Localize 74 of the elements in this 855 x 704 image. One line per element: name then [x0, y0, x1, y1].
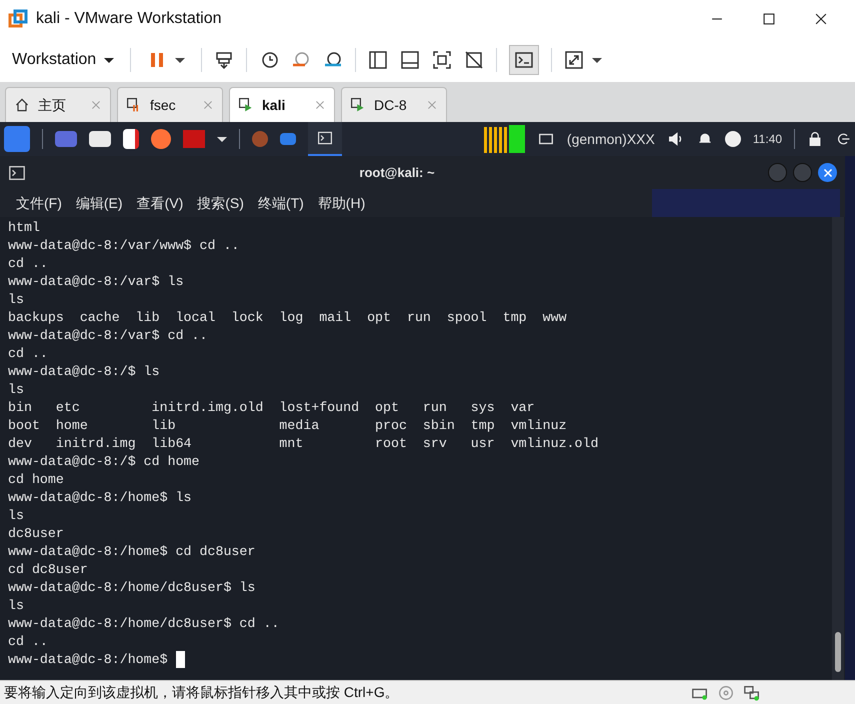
vm-running-icon [350, 97, 366, 113]
network-adapter-icon [743, 684, 761, 702]
close-icon [822, 168, 832, 178]
lock-icon[interactable] [807, 131, 823, 147]
close-icon [814, 12, 828, 26]
close-tab-icon[interactable] [314, 99, 326, 111]
terminal-line: html [8, 219, 40, 237]
caret-icon [592, 58, 602, 62]
terminal-line: ls [8, 381, 24, 399]
terminal-line: ls [8, 597, 24, 615]
console-view-button[interactable] [509, 45, 540, 75]
close-button[interactable] [818, 163, 837, 182]
terminal-line: www-data@dc-8:/var$ cd .. [8, 327, 208, 345]
app-logo-icon [8, 9, 28, 29]
vm-tab[interactable]: 主页 [5, 87, 111, 122]
terminal-title: root@kali: ~ [358, 164, 436, 182]
terminal-line: www-data@dc-8:/home/dc8user$ ls [8, 579, 256, 597]
terminal-line: cd home [8, 471, 64, 489]
terminal-line: ls [8, 507, 24, 525]
terminal-line: cd dc8user [8, 561, 88, 579]
terminal-line: www-data@dc-8:/home$ [8, 651, 185, 669]
genmon-text: (genmon)XXX [566, 130, 655, 149]
menu-item[interactable]: 查看(V) [136, 192, 184, 214]
cursor [176, 651, 185, 668]
menu-item[interactable]: 搜索(S) [197, 192, 244, 214]
maximize-icon [762, 12, 776, 26]
fullscreen-icon[interactable] [432, 50, 452, 70]
terminal-line: bin etc initrd.img.old lost+found opt run sys var [8, 399, 535, 417]
terminal-line: www-data@dc-8:/$ cd home [8, 453, 200, 471]
stretch-icon [564, 50, 584, 70]
menu-item[interactable]: 终端(T) [258, 192, 304, 214]
terminal-icon [317, 130, 333, 146]
send-keys-icon[interactable] [214, 50, 234, 70]
logout-icon[interactable] [835, 131, 851, 147]
vm-tab[interactable]: fsec [117, 87, 223, 122]
menu-item[interactable]: 文件(F) [16, 192, 62, 214]
workstation-menu-button[interactable]: Workstation [8, 48, 118, 72]
scrollbar[interactable] [832, 217, 844, 680]
stretch-button[interactable] [564, 50, 602, 70]
terminal-line: www-data@dc-8:/home$ cd dc8user [8, 543, 256, 561]
terminal-line: www-data@dc-8:/$ ls [8, 363, 160, 381]
menu-item[interactable]: 帮助(H) [318, 192, 366, 214]
cd-icon [717, 684, 735, 702]
sidebar-icon[interactable] [368, 50, 388, 70]
terminal-line: cd .. [8, 255, 48, 273]
clock: 11:40 [752, 131, 782, 148]
terminal-line: www-data@dc-8:/var/www$ cd .. [8, 237, 240, 255]
home-icon [14, 97, 30, 113]
text-editor-icon[interactable] [123, 129, 139, 149]
thumbnail-bar-icon[interactable] [400, 50, 420, 70]
terminal-line: ls [8, 291, 24, 309]
terminal-line: dc8user [8, 525, 64, 543]
caret-icon[interactable] [217, 136, 227, 142]
terminal-line: www-data@dc-8:/home$ ls [8, 489, 192, 507]
terminal-window-button[interactable] [308, 122, 342, 156]
vm-running-icon [238, 97, 254, 113]
terminal-icon [514, 50, 534, 70]
terminal-line: cd .. [8, 345, 48, 363]
cpu-meter-drawing [484, 125, 525, 153]
unity-off-icon[interactable] [464, 50, 484, 70]
terminal-line: cd .. [8, 633, 48, 651]
terminal-icon [8, 164, 26, 182]
vm-tab[interactable]: kali [229, 87, 335, 122]
terminal-line: www-data@dc-8:/home/dc8user$ cd .. [8, 615, 280, 633]
status-text: 要将输入定向到该虚拟机，请将鼠标指针移入其中或按 Ctrl+G。 [4, 683, 399, 702]
vm-tab[interactable]: DC-8 [341, 87, 447, 122]
caret-icon [175, 58, 186, 62]
terminal-line: www-data@dc-8:/var$ ls [8, 273, 184, 291]
caret-icon [104, 58, 114, 62]
terminal-line: backups cache lib local lock log mail opt run spool tmp www [8, 309, 567, 327]
terminal-line: dev initrd.img lib64 mnt root srv usr vmlinuz.old [8, 435, 598, 453]
terminal-line: boot home lib media proc sbin tmp vmlinuz [8, 417, 567, 435]
menu-item[interactable]: 编辑(E) [76, 192, 123, 214]
window-title: kali - VMware Workstation [36, 9, 222, 29]
